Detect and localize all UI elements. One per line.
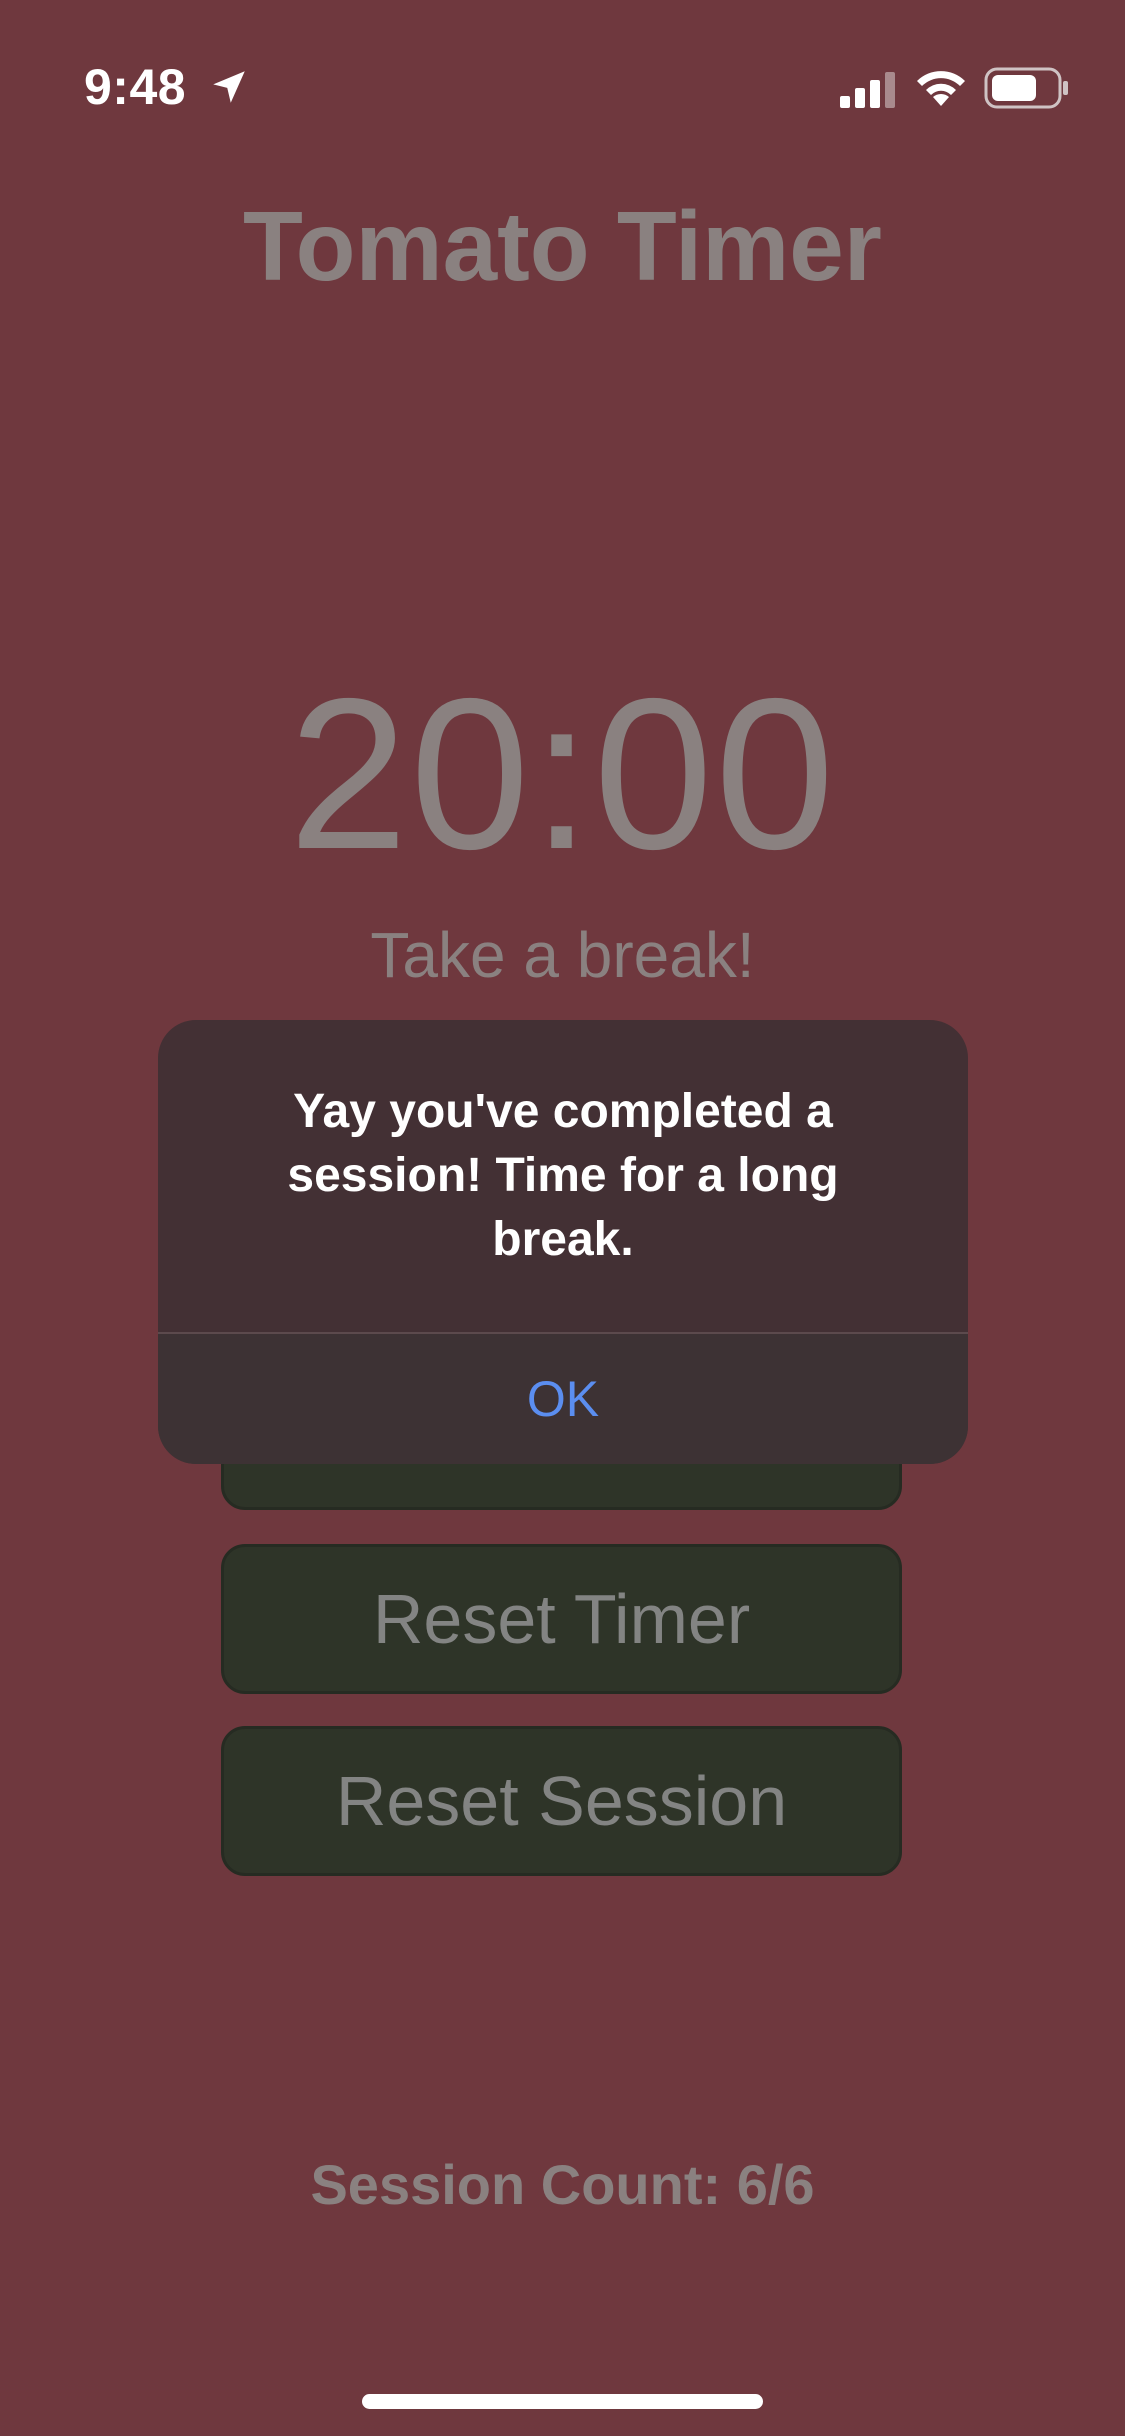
screen: 9:48 Tomato Timer 20:00 Take a break! Re… <box>0 0 1125 2436</box>
timer-display: 20:00 <box>288 653 837 894</box>
alert-dialog: Yay you've completed a session! Time for… <box>158 1020 968 1464</box>
battery-icon <box>984 67 1068 109</box>
cellular-signal-icon <box>840 72 895 108</box>
status-time: 9:48 <box>84 59 187 115</box>
wifi-icon <box>917 71 965 106</box>
reset-timer-button[interactable]: Reset Timer <box>221 1544 902 1694</box>
alert-message: Yay you've completed a session! Time for… <box>287 1085 839 1266</box>
timer-status-message: Take a break! <box>370 919 755 991</box>
page-title: Tomato Timer <box>243 191 882 301</box>
session-count: Session Count: 6/6 <box>310 2153 815 2216</box>
home-indicator[interactable] <box>362 2394 763 2409</box>
location-arrow-icon <box>213 71 245 103</box>
reset-session-button[interactable]: Reset Session <box>221 1726 902 1876</box>
alert-ok-button[interactable]: OK <box>158 1334 968 1464</box>
